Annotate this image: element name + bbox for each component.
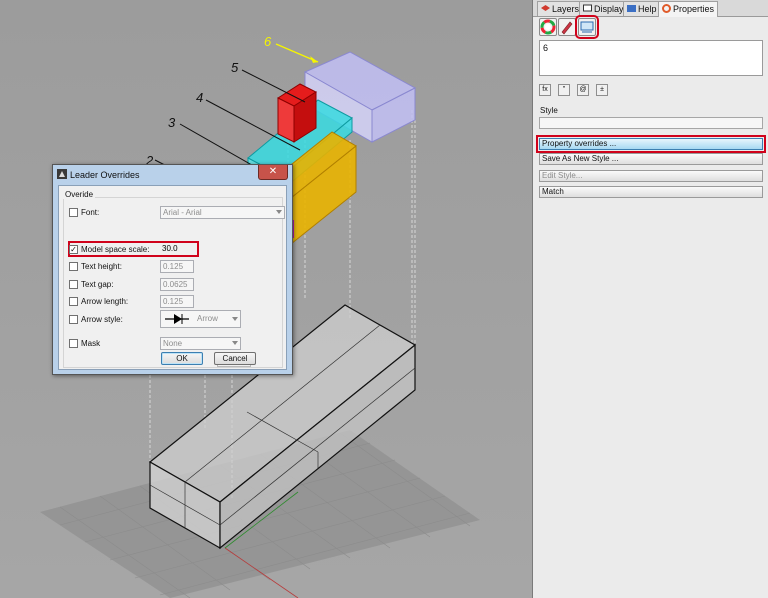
arrow-style-preview-icon: [165, 314, 189, 324]
annotation-text-field[interactable]: 6: [539, 40, 763, 76]
leader-overrides-dialog[interactable]: Leader Overrides ✕ Overide Font: Arial -…: [52, 164, 293, 375]
text-gap-checkbox[interactable]: [69, 280, 78, 289]
leader-label-4[interactable]: 4: [196, 90, 203, 105]
plus-minus-button[interactable]: ±: [596, 84, 608, 96]
arrow-style-value: Arrow: [197, 314, 218, 323]
material-icon: [561, 21, 573, 35]
color-wheel-icon: [540, 19, 556, 35]
text-height-label: Text height:: [81, 262, 122, 271]
text-height-input[interactable]: 0.125: [160, 260, 194, 273]
arrow-style-dropdown[interactable]: Arrow: [160, 310, 241, 328]
text-gap-input[interactable]: 0.0625: [160, 278, 194, 291]
leader-label-6[interactable]: 6: [264, 34, 272, 49]
font-value: Arial - Arial: [163, 208, 202, 217]
text-gap-label: Text gap:: [81, 280, 114, 289]
tab-layers[interactable]: Layers: [537, 1, 584, 16]
mask-checkbox[interactable]: [69, 339, 78, 348]
font-checkbox[interactable]: [69, 208, 78, 217]
font-label: Font:: [81, 208, 100, 217]
arrow-style-label: Arrow style:: [81, 315, 123, 324]
tab-layers-label: Layers: [552, 4, 580, 14]
rhino-app-icon: [57, 169, 67, 179]
at-symbol-button[interactable]: @: [577, 84, 589, 96]
arrow-length-value: 0.125: [163, 297, 184, 306]
match-button[interactable]: Match: [539, 186, 763, 198]
tab-help-label: Help: [638, 4, 657, 14]
model-space-scale-checkbox[interactable]: ✓: [69, 245, 78, 254]
arrow-length-checkbox[interactable]: [69, 297, 78, 306]
cancel-button[interactable]: Cancel: [214, 352, 256, 365]
side-panel: Layers Display Help Properties 6 fx " @: [532, 0, 768, 598]
text-gap-value: 0.0625: [163, 280, 188, 289]
property-overrides-button[interactable]: Property overrides ...: [536, 135, 766, 153]
tab-help[interactable]: Help: [623, 1, 661, 16]
leader-label-5[interactable]: 5: [231, 60, 239, 75]
arrow-style-checkbox[interactable]: [69, 315, 78, 324]
model-space-scale-value: 30.0: [162, 244, 178, 253]
font-dropdown[interactable]: Arial - Arial: [160, 206, 285, 219]
fx-button[interactable]: fx: [539, 84, 551, 96]
arrow-length-input[interactable]: 0.125: [160, 295, 194, 308]
tab-display-label: Display: [594, 4, 624, 14]
object-properties-button[interactable]: [539, 18, 557, 36]
override-group-label: Overide: [63, 190, 96, 199]
chevron-down-icon: [232, 341, 238, 345]
quote-button[interactable]: ": [558, 84, 570, 96]
dimension-style-button[interactable]: [575, 15, 599, 39]
dimension-style-icon: [580, 21, 594, 33]
style-label: Style: [540, 106, 558, 115]
dialog-body: Overide Font: Arial - Arial ✓ Model spac…: [58, 185, 287, 370]
close-icon: ✕: [268, 166, 278, 177]
mask-value: None: [163, 339, 183, 348]
material-button[interactable]: [558, 18, 576, 36]
save-as-new-style-button[interactable]: Save As New Style ...: [539, 153, 763, 165]
close-button[interactable]: ✕: [258, 165, 288, 180]
style-dropdown[interactable]: [539, 117, 763, 129]
display-icon: [583, 4, 592, 12]
properties-icon: [662, 4, 671, 13]
model-space-scale-input[interactable]: 30.0: [160, 243, 194, 256]
text-height-checkbox[interactable]: [69, 262, 78, 271]
text-height-value: 0.125: [163, 262, 184, 271]
model-space-scale-label: Model space scale:: [81, 245, 150, 254]
chevron-down-icon: [276, 210, 282, 214]
mask-dropdown[interactable]: None: [160, 337, 241, 350]
help-icon: [627, 5, 636, 12]
check-icon: ✓: [70, 245, 77, 254]
mask-label: Mask: [81, 339, 101, 348]
chevron-down-icon: [232, 317, 238, 321]
edit-style-button[interactable]: Edit Style...: [539, 170, 763, 182]
ok-button[interactable]: OK: [161, 352, 203, 365]
dialog-title: Leader Overrides: [70, 170, 140, 180]
tab-properties-label: Properties: [673, 4, 715, 14]
leader-label-3[interactable]: 3: [168, 115, 176, 130]
layers-icon: [541, 5, 550, 11]
tab-properties[interactable]: Properties: [658, 1, 719, 17]
annotation-text-value: 6: [543, 43, 549, 53]
tab-display[interactable]: Display: [579, 1, 628, 16]
panel-tabs: Layers Display Help Properties: [533, 0, 768, 17]
arrow-length-label: Arrow length:: [81, 297, 129, 306]
